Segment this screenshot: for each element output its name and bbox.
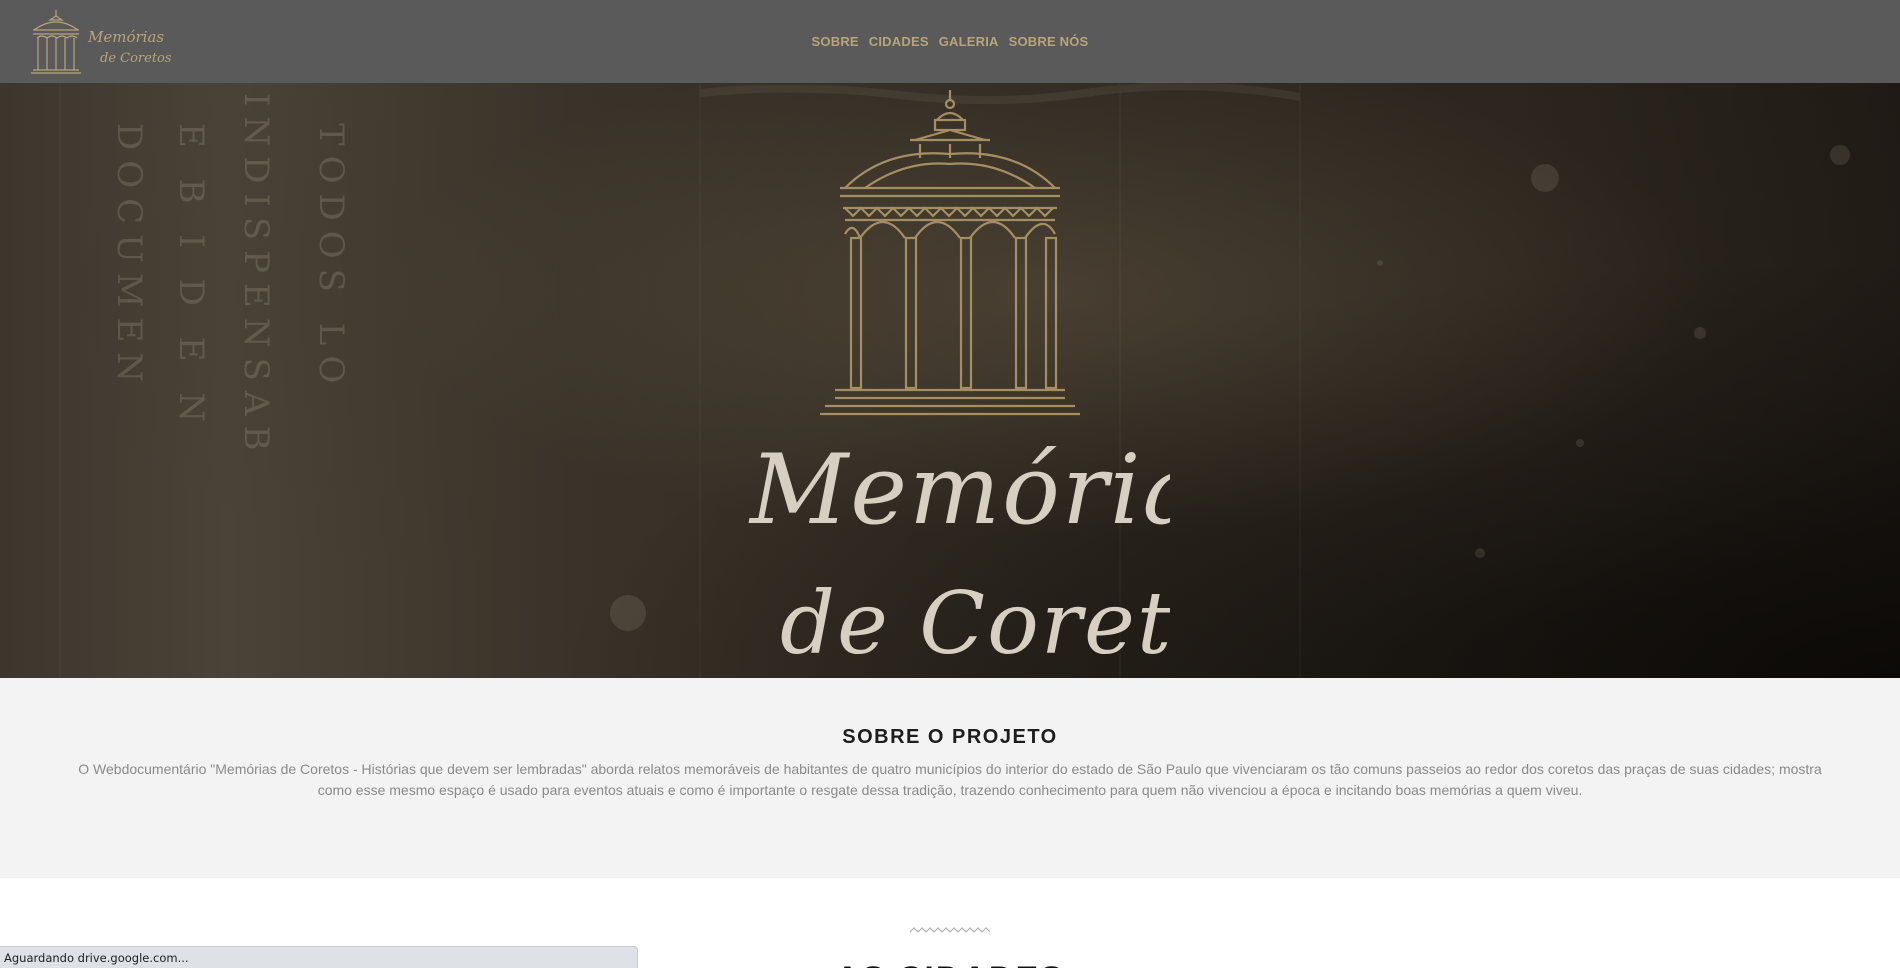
- zigzag-divider-icon: [910, 927, 990, 933]
- about-title: SOBRE O PROJETO: [842, 726, 1058, 748]
- nav-item-galeria[interactable]: GALERIA: [939, 34, 999, 49]
- svg-text:INDISPENSAB: INDISPENSAB: [236, 93, 276, 460]
- about-description: O Webdocumentário "Memórias de Coretos -…: [78, 761, 1822, 798]
- nav-item-cidades[interactable]: CIDADES: [869, 34, 929, 49]
- hero-banner: DOCUMEN E B I D E N INDISPENSAB TODOS LO: [0, 83, 1900, 678]
- about-section: SOBRE O PROJETO O Webdocumentário "Memór…: [0, 678, 1900, 878]
- nav-item-sobre-nos[interactable]: SOBRE NÓS: [1009, 34, 1089, 49]
- main-nav: SOBRE CIDADES GALERIA SOBRE NÓS: [0, 0, 1900, 83]
- browser-status-bar: Aguardando drive.google.com...: [0, 946, 638, 968]
- hero-title-script: Memórias de Coretos: [748, 434, 1170, 674]
- svg-text:E B I D E N: E B I D E N: [171, 123, 211, 432]
- hero-title-line2: de Coretos: [780, 574, 1170, 674]
- gazebo-icon: [820, 90, 1080, 416]
- svg-text:DOCUMEN: DOCUMEN: [109, 123, 149, 392]
- top-navbar: Memórias de Coretos SOBRE CIDADES GALERI…: [0, 0, 1900, 83]
- svg-text:TODOS LO: TODOS LO: [311, 123, 351, 393]
- hero-title-line1: Memórias: [748, 434, 1170, 546]
- nav-item-sobre[interactable]: SOBRE: [812, 34, 859, 49]
